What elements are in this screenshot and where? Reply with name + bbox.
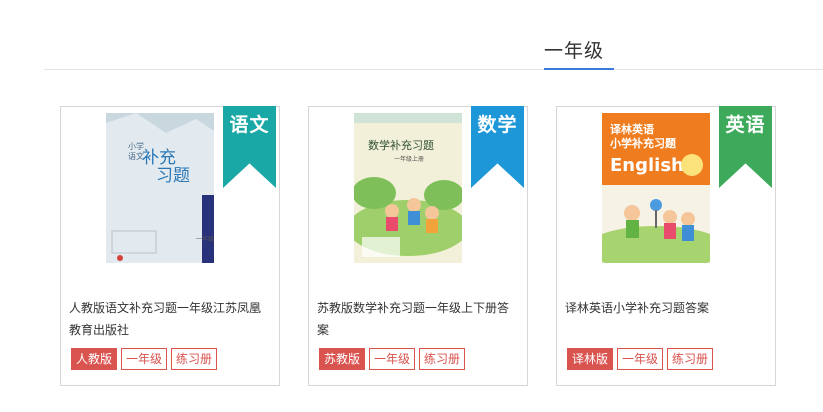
cover-text: 译林英语 <box>610 122 654 136</box>
tag-grade[interactable]: 一年级 <box>121 348 168 370</box>
book-title-link[interactable]: 人教版语文补充习题一年级江苏凤凰教育出版社 <box>69 297 269 341</box>
grade-title: 一年级 <box>544 40 605 62</box>
book-cover-image[interactable]: 译林英语 小学补充习题 English <box>602 113 710 263</box>
tag-edition[interactable]: 译林版 <box>567 348 614 370</box>
cover-title: 习题 <box>156 166 190 186</box>
book-title-link[interactable]: 苏教版数学补充习题一年级上下册答案 <box>317 297 517 341</box>
subject-label: 英语 <box>725 114 766 136</box>
book-card-chinese[interactable]: 小学 语文 补充 习题 一年级 语文 人教版语文补充习题一年级江苏凤凰教育出版社… <box>60 106 280 386</box>
tag-type[interactable]: 练习册 <box>171 348 218 370</box>
cover-sub: 一年级上册 <box>394 155 424 163</box>
cover-title: 补充 <box>142 148 176 168</box>
tag-grade[interactable]: 一年级 <box>369 348 416 370</box>
book-cover-image[interactable]: 小学 语文 补充 习题 一年级 <box>106 113 214 263</box>
tag-type[interactable]: 练习册 <box>419 348 466 370</box>
cover-text: 小学补充习题 <box>609 136 677 150</box>
subject-ribbon: 数学 <box>471 106 524 188</box>
grade-title-underline <box>544 68 614 70</box>
tag-type[interactable]: 练习册 <box>667 348 714 370</box>
grade-header: 一年级 <box>44 30 823 70</box>
cover-grade: 一年级 <box>196 235 214 243</box>
subject-label: 数学 <box>477 114 518 136</box>
tag-list: 苏教版 一年级 练习册 <box>319 348 466 370</box>
book-title-link[interactable]: 译林英语小学补充习题答案 <box>565 297 765 319</box>
subject-ribbon: 语文 <box>223 106 276 188</box>
page: 一年级 小学 语文 补充 习题 一年级 语文 人教版语文补充习题一年级江苏凤凰教… <box>0 0 823 412</box>
subject-label: 语文 <box>229 114 270 136</box>
book-card-english[interactable]: 译林英语 小学补充习题 English 英语 译林英语小学补充习题答案 译林版 … <box>556 106 776 386</box>
book-cover-image[interactable]: 数学补充习题 一年级上册 <box>354 113 462 263</box>
tag-grade[interactable]: 一年级 <box>617 348 664 370</box>
cover-brand: English <box>610 155 684 176</box>
tag-edition[interactable]: 人教版 <box>71 348 118 370</box>
tag-list: 译林版 一年级 练习册 <box>567 348 714 370</box>
cover-title: 数学补充习题 <box>368 138 434 152</box>
book-card-math[interactable]: 数学补充习题 一年级上册 数学 苏教版数学补充习题一年级上下册答案 苏教版 一年… <box>308 106 528 386</box>
tag-edition[interactable]: 苏教版 <box>319 348 366 370</box>
subject-ribbon: 英语 <box>719 106 772 188</box>
tag-list: 人教版 一年级 练习册 <box>71 348 218 370</box>
